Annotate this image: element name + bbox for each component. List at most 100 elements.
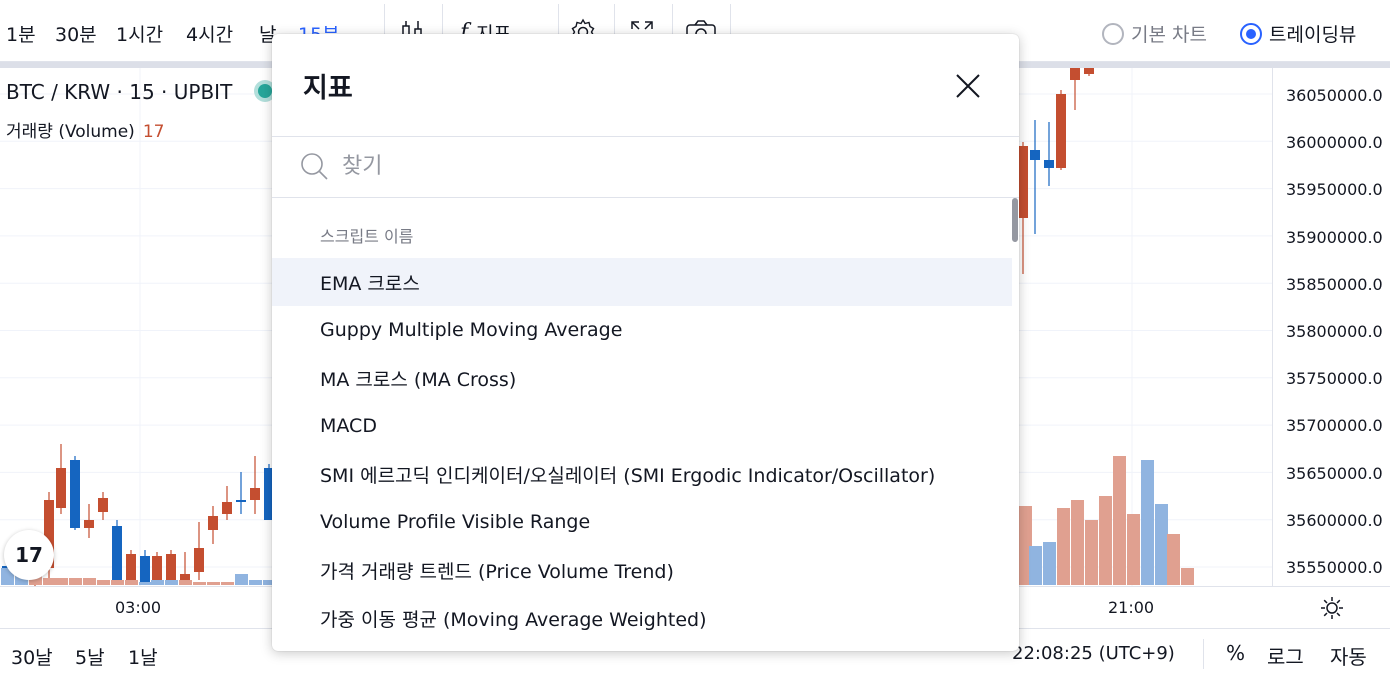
list-item[interactable]: MA 크로스 (MA Cross) (272, 354, 1012, 402)
volume-bar (1141, 460, 1154, 585)
search-input[interactable] (342, 146, 982, 186)
tradingview-logo-text: 17 (15, 543, 43, 567)
search-icon (300, 152, 330, 186)
list-item[interactable]: 가중 이동 평균 (Moving Average Weighted) (272, 594, 1012, 642)
volume-bar (1071, 500, 1084, 585)
time-label: 21:00 (1108, 598, 1155, 617)
bottom-divider (1203, 639, 1204, 669)
volume-bar (165, 580, 178, 585)
dialog-title: 지표 (303, 73, 353, 104)
candle-body (222, 502, 232, 514)
timeframe-30m[interactable]: 30분 (55, 20, 97, 47)
indicators-dialog: 지표 스크립트 이름 EMA 크로스 Guppy Multiple Moving… (272, 34, 1019, 651)
candle-body (208, 516, 218, 530)
price-label: 35650000.0 (1286, 464, 1383, 483)
volume-bar (221, 582, 234, 585)
list-item[interactable]: 가격 거래량 트렌드 (Price Volume Trend) (272, 546, 1012, 594)
candle-body (56, 468, 66, 508)
volume-bar (1181, 568, 1194, 585)
radio-checked-icon (1240, 22, 1262, 45)
list-item[interactable]: EMA 크로스 (272, 258, 1012, 306)
price-axis[interactable]: 36050000.0 36000000.0 35950000.0 3590000… (1272, 68, 1390, 586)
candle-body (1018, 146, 1028, 218)
volume-bar (83, 578, 96, 585)
market-status-dot (258, 84, 272, 98)
price-label: 35600000.0 (1286, 511, 1383, 530)
candle-body (250, 488, 260, 500)
tradingview-chart-radio[interactable]: 트레이딩뷰 (1240, 20, 1356, 47)
timeframe-1m[interactable]: 1분 (6, 20, 36, 47)
candle-body (1084, 68, 1094, 74)
timeframe-1h[interactable]: 1시간 (116, 20, 163, 47)
range-5d[interactable]: 5날 (75, 643, 105, 670)
volume-bar (179, 580, 192, 585)
list-item[interactable]: SMI 에르고딕 인디케이터/오실레이터 (SMI Ergodic Indica… (272, 450, 1012, 498)
candle-body (1044, 160, 1054, 168)
percent-toggle[interactable]: % (1226, 641, 1245, 665)
candle-body (1056, 94, 1066, 168)
volume-bar (139, 582, 152, 585)
candle-body (98, 498, 108, 512)
symbol-legend[interactable]: BTC / KRW · 15 · UPBIT (6, 80, 232, 104)
volume-bar (235, 574, 248, 585)
volume-bar (1113, 456, 1126, 585)
volume-bar (1043, 542, 1056, 585)
volume-bar (1127, 514, 1140, 585)
candle-body (166, 554, 176, 582)
volume-bar (1167, 534, 1180, 585)
volume-bar (69, 578, 82, 585)
sun-icon[interactable] (1320, 596, 1344, 624)
volume-bar (207, 582, 220, 585)
volume-bar (1155, 504, 1168, 585)
list-item[interactable]: MACD (272, 402, 1012, 450)
candle-body (194, 548, 204, 572)
volume-bar (111, 580, 124, 585)
price-label: 35800000.0 (1286, 322, 1383, 341)
candle-body (112, 526, 122, 580)
candle-body (84, 520, 94, 528)
volume-label: 거래량 (Volume) (6, 122, 135, 142)
list-item[interactable]: Volume Profile Visible Range (272, 498, 1012, 546)
candle-body (1070, 68, 1080, 80)
volume-bar (151, 580, 164, 585)
price-label: 36050000.0 (1286, 86, 1383, 105)
dialog-divider (272, 197, 1019, 198)
basic-chart-label: 기본 차트 (1131, 24, 1207, 46)
time-label: 03:00 (115, 598, 162, 617)
price-label: 35900000.0 (1286, 228, 1383, 247)
volume-bar (43, 578, 56, 585)
dialog-divider (272, 136, 1019, 137)
price-label: 35950000.0 (1286, 180, 1383, 199)
volume-value: 17 (142, 122, 165, 142)
price-label: 35750000.0 (1286, 369, 1383, 388)
scrollbar[interactable] (1012, 198, 1018, 242)
log-toggle[interactable]: 로그 (1267, 641, 1304, 670)
list-item[interactable]: Guppy Multiple Moving Average (272, 306, 1012, 354)
candle-body (152, 556, 162, 580)
volume-bar (1099, 496, 1112, 585)
volume-bar (1029, 546, 1042, 585)
volume-bar (55, 578, 68, 585)
volume-bar (125, 580, 138, 585)
volume-legend[interactable]: 거래량 (Volume) 17 (6, 117, 164, 142)
section-label: 스크립트 이름 (320, 227, 414, 246)
volume-bar (193, 582, 206, 585)
range-1d[interactable]: 1날 (128, 643, 158, 670)
volume-bar (1057, 508, 1070, 585)
tradingview-logo[interactable]: 17 (4, 530, 54, 580)
price-label: 35550000.0 (1286, 558, 1383, 577)
candle-body (140, 556, 150, 582)
timeframe-4h[interactable]: 4시간 (186, 20, 233, 47)
volume-bar (249, 580, 262, 585)
range-30d[interactable]: 30날 (11, 643, 53, 670)
clock-timezone[interactable]: 22:08:25 (UTC+9) (1012, 643, 1175, 664)
radio-unchecked-icon (1102, 22, 1124, 45)
candle-body (1030, 150, 1040, 160)
close-icon[interactable] (952, 70, 984, 102)
tradingview-chart-label: 트레이딩뷰 (1269, 24, 1357, 46)
basic-chart-radio[interactable]: 기본 차트 (1102, 20, 1207, 47)
auto-toggle[interactable]: 자동 (1330, 641, 1367, 670)
candle-body (70, 460, 80, 528)
price-label: 35850000.0 (1286, 275, 1383, 294)
candle-body (126, 554, 136, 582)
